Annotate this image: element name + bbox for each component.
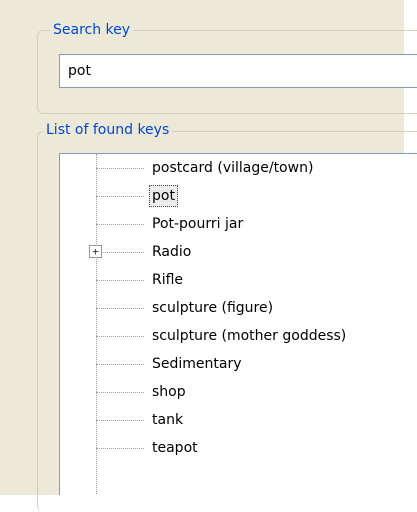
tree-connector bbox=[96, 363, 144, 365]
tree-item-label[interactable]: postcard (village/town) bbox=[149, 157, 316, 179]
tree-item-sculpture-figure[interactable]: sculpture (figure) bbox=[96, 295, 276, 321]
tree-item-label[interactable]: Rifle bbox=[149, 269, 186, 291]
tree-connector bbox=[96, 223, 144, 225]
search-key-legend: Search key bbox=[50, 21, 134, 39]
tree-item-rifle[interactable]: Rifle bbox=[96, 267, 186, 293]
found-keys-tree[interactable]: postcard (village/town) pot Pot-pourri j… bbox=[59, 153, 417, 495]
tree-connector bbox=[96, 447, 144, 449]
tree-item-label[interactable]: shop bbox=[149, 381, 189, 403]
tree-item-label[interactable]: Pot-pourri jar bbox=[149, 213, 246, 235]
tree-item-label[interactable]: sculpture (mother goddess) bbox=[149, 325, 349, 347]
search-key-input[interactable] bbox=[59, 54, 417, 88]
tree-connector bbox=[96, 307, 144, 309]
tree-item-postcard[interactable]: postcard (village/town) bbox=[96, 155, 316, 181]
tree-connector bbox=[96, 279, 144, 281]
tree-connector bbox=[96, 167, 144, 169]
tree-connector bbox=[96, 335, 144, 337]
tree-item-tank[interactable]: tank bbox=[96, 407, 186, 433]
tree-item-label[interactable]: teapot bbox=[149, 437, 201, 459]
found-keys-legend: List of found keys bbox=[43, 121, 173, 139]
tree-item-pot-pourri-jar[interactable]: Pot-pourri jar bbox=[96, 211, 246, 237]
tree-item-sculpture-mother-goddess[interactable]: sculpture (mother goddess) bbox=[96, 323, 349, 349]
tree-item-label[interactable]: tank bbox=[149, 409, 186, 431]
tree-connector bbox=[96, 251, 144, 253]
tree-item-label[interactable]: Sedimentary bbox=[149, 353, 245, 375]
tree-item-radio[interactable]: Radio bbox=[96, 239, 194, 265]
tree-item-label[interactable]: sculpture (figure) bbox=[149, 297, 276, 319]
tree-connector bbox=[96, 391, 144, 393]
expand-plus-icon[interactable]: + bbox=[89, 245, 102, 258]
tree-item-shop[interactable]: shop bbox=[96, 379, 189, 405]
tree-item-label-selected[interactable]: pot bbox=[149, 185, 178, 207]
tree-item-pot[interactable]: pot bbox=[96, 183, 178, 209]
tree-item-sedimentary[interactable]: Sedimentary bbox=[96, 351, 245, 377]
tree-item-teapot[interactable]: teapot bbox=[96, 435, 201, 461]
tree-item-label[interactable]: Radio bbox=[149, 241, 194, 263]
tree-connector bbox=[96, 419, 144, 421]
tree-connector bbox=[96, 195, 144, 197]
